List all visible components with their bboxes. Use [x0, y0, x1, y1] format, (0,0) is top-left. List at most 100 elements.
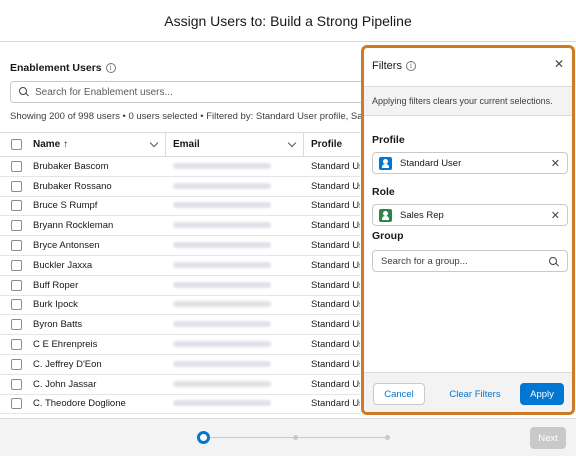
row-checkbox[interactable] [11, 160, 22, 172]
cancel-button[interactable]: Cancel [373, 383, 425, 405]
table-row[interactable]: C. John Jassar Standard User [0, 375, 360, 395]
row-name: Byron Batts [33, 319, 83, 331]
row-select-cell [0, 319, 33, 331]
redacted-email [173, 321, 271, 328]
column-header-profile[interactable]: Profile [304, 133, 360, 156]
table-row[interactable]: C. Theodore Doglione Standard User [0, 395, 360, 415]
user-icon [379, 156, 392, 170]
row-name: C. Theodore Doglione [33, 398, 126, 410]
row-name: Brubaker Rossano [33, 180, 112, 192]
redacted-email [173, 341, 271, 348]
row-checkbox[interactable] [11, 279, 22, 291]
table-row[interactable]: Brubaker Bascom Standard User [0, 157, 360, 177]
row-email [166, 339, 304, 350]
progress-step-3[interactable] [385, 435, 390, 440]
row-profile: Standard User [311, 240, 360, 252]
row-name: Burk Ipock [33, 299, 78, 311]
row-checkbox[interactable] [11, 200, 22, 212]
table-row[interactable]: Burk Ipock Standard User [0, 296, 360, 316]
close-icon[interactable]: ✕ [554, 58, 564, 70]
group-label: Group [372, 230, 404, 242]
info-icon[interactable]: i [105, 63, 116, 73]
progress-step-2[interactable] [293, 435, 298, 440]
remove-profile-icon[interactable]: ✕ [551, 157, 560, 170]
row-email [166, 181, 304, 192]
table-row[interactable]: Byron Batts Standard User [0, 315, 360, 336]
column-header-name[interactable]: Name ↑ [33, 133, 166, 156]
profile-pill-label: Standard User [400, 157, 462, 169]
group-search-input[interactable]: Search for a group... [372, 250, 568, 272]
row-profile: Standard User [311, 220, 360, 232]
row-name: Bryann Rockleman [33, 220, 114, 232]
next-button[interactable]: Next [530, 427, 566, 449]
row-checkbox[interactable] [11, 319, 22, 331]
users-table: Name ↑ Email Profile Brubaker Bascom Stan… [0, 132, 360, 415]
group-search-placeholder: Search for a group... [381, 255, 468, 267]
filters-header: Filters i [364, 48, 572, 83]
row-checkbox[interactable] [11, 339, 22, 351]
chevron-down-icon[interactable] [149, 138, 159, 148]
row-checkbox[interactable] [11, 180, 22, 192]
row-select-cell [0, 378, 33, 390]
row-checkbox[interactable] [11, 299, 22, 311]
table-row[interactable]: C E Ehrenpreis Standard User [0, 335, 360, 355]
table-row[interactable]: C. Jeffrey D'Eon Standard User [0, 355, 360, 375]
redacted-email [173, 301, 271, 308]
column-header-email-label: Email [173, 139, 200, 150]
table-row[interactable]: Bryce Antonsen Standard User [0, 236, 360, 256]
role-icon [379, 208, 392, 222]
row-name: Buckler Jaxxa [33, 259, 93, 271]
table-row[interactable]: Buff Roper Standard User [0, 276, 360, 296]
row-name: Bruce S Rumpf [33, 200, 98, 212]
row-checkbox[interactable] [11, 240, 22, 252]
filters-footer: Cancel Clear Filters Apply [364, 372, 572, 412]
table-row[interactable]: Bruce S Rumpf Standard User [0, 197, 360, 217]
user-search-input[interactable]: Search for Enablement users... [10, 81, 370, 103]
role-label: Role [372, 186, 395, 198]
redacted-email [173, 281, 271, 288]
remove-role-icon[interactable]: ✕ [551, 209, 560, 222]
row-select-cell [0, 220, 33, 232]
row-profile: Standard User [311, 398, 360, 410]
profile-pill[interactable]: Standard User ✕ [372, 152, 568, 174]
row-select-cell [0, 160, 33, 172]
modal-title: Assign Users to: Build a Strong Pipeline [164, 12, 412, 29]
row-select-cell [0, 299, 33, 311]
row-checkbox[interactable] [11, 358, 22, 370]
redacted-email [173, 400, 271, 407]
row-name: Bryce Antonsen [33, 240, 100, 252]
row-checkbox[interactable] [11, 220, 22, 232]
filters-panel: Filters i ✕ Applying filters clears your… [361, 45, 575, 415]
redacted-email [173, 261, 271, 268]
progress-step-1[interactable] [197, 431, 210, 444]
apply-button[interactable]: Apply [520, 383, 564, 405]
table-row[interactable]: Brubaker Rossano Standard User [0, 177, 360, 197]
progress-indicator [197, 431, 397, 445]
table-row[interactable]: Bryann Rockleman Standard User [0, 216, 360, 237]
info-icon[interactable]: i [405, 60, 416, 71]
table-row[interactable]: Buckler Jaxxa Standard User [0, 256, 360, 276]
column-header-email[interactable]: Email [166, 133, 304, 156]
row-select-cell [0, 398, 33, 410]
clear-filters-button[interactable]: Clear Filters [448, 383, 502, 405]
row-select-cell [0, 240, 33, 252]
row-select-cell [0, 180, 33, 192]
role-pill[interactable]: Sales Rep ✕ [372, 204, 568, 226]
role-pill-label: Sales Rep [400, 209, 444, 221]
filters-note: Applying filters clears your current sel… [364, 86, 572, 116]
row-email [166, 220, 304, 231]
chevron-down-icon[interactable] [287, 138, 297, 148]
row-profile: Standard User [311, 299, 360, 311]
redacted-email [173, 360, 271, 367]
row-email [166, 260, 304, 271]
select-all-checkbox[interactable] [11, 139, 22, 150]
row-checkbox[interactable] [11, 398, 22, 410]
row-select-cell [0, 339, 33, 351]
profile-label: Profile [372, 134, 405, 146]
redacted-email [173, 242, 271, 249]
row-checkbox[interactable] [11, 378, 22, 390]
row-select-cell [0, 279, 33, 291]
row-checkbox[interactable] [11, 259, 22, 271]
row-profile: Standard User [311, 160, 360, 172]
select-all-cell [0, 139, 33, 150]
